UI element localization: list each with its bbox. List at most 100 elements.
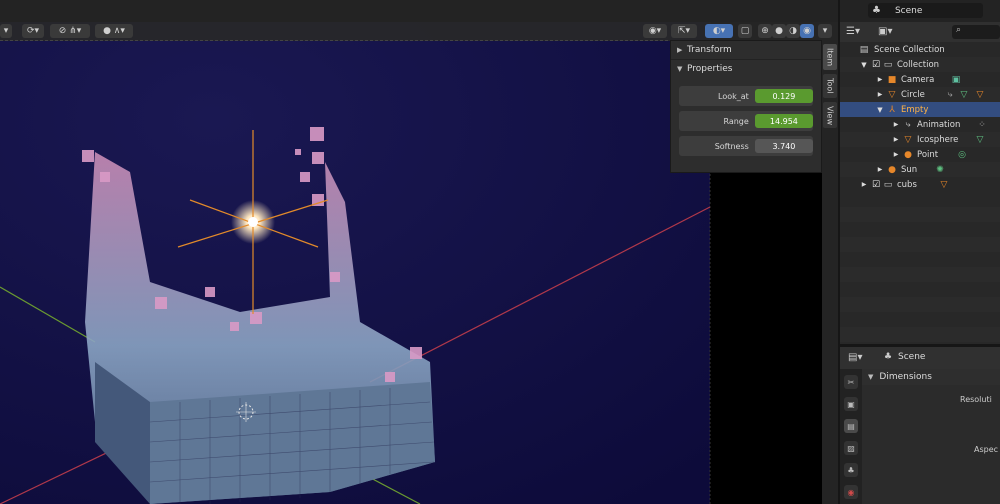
expand-arrow-icon[interactable]: ▶ bbox=[890, 149, 902, 161]
collection-icon: ▭ bbox=[883, 59, 893, 70]
row-label: Empty bbox=[901, 104, 929, 115]
transform-section-header[interactable]: ▶ Transform bbox=[671, 41, 821, 59]
light-icon: ● bbox=[888, 164, 896, 175]
resolution-label: Resoluti bbox=[960, 395, 992, 404]
scene-tab-icon[interactable]: ♣ bbox=[844, 463, 858, 477]
display-mode-icon[interactable]: ▣▾ bbox=[878, 26, 892, 37]
properties-header: ▤▾ ♣ Scene bbox=[840, 347, 1000, 369]
scene-selector[interactable]: ♣ Scene bbox=[868, 3, 983, 18]
shading-rendered-button[interactable]: ◉ bbox=[800, 24, 814, 38]
scene-name: Scene bbox=[894, 5, 923, 16]
world-tab-icon[interactable]: ◉ bbox=[844, 485, 858, 499]
transform-orientation-button[interactable]: ▾ bbox=[0, 24, 12, 38]
mesh-object-icon: ▽ bbox=[888, 89, 896, 100]
empty-object-icon: ⅄ bbox=[889, 104, 895, 115]
property-label: Softness bbox=[714, 141, 749, 151]
pivot-point-button[interactable]: ⟳▾ bbox=[22, 24, 44, 38]
editor-type-icon[interactable]: ▤▾ bbox=[848, 352, 862, 363]
outliner-search-input[interactable]: ⌕ bbox=[952, 25, 1000, 39]
outliner-empty-rows bbox=[840, 192, 1000, 344]
viewport-header: ▾ ⟳▾ ⊘ ⋔▾ ● ∧▾ ◉▾ ⇱▾ ◐▾ ▢ ⊕ ● ◑ ◉ ▾ bbox=[0, 22, 838, 41]
outliner-header: ☰▾ ▣▾ ⌕ bbox=[840, 22, 1000, 42]
proportional-edit-button[interactable]: ● ∧▾ bbox=[95, 24, 133, 38]
property-softness: Softness 3.740 bbox=[679, 136, 813, 156]
outliner-row-cubs[interactable]: ▶ ☑ ▭ cubs ▽ bbox=[840, 177, 1000, 192]
property-range: Range 14.954 bbox=[679, 111, 813, 131]
dimensions-section-label: Dimensions bbox=[879, 372, 932, 382]
overlays-button[interactable]: ◐▾ bbox=[705, 24, 733, 38]
aspect-label: Aspec bbox=[974, 445, 999, 454]
keyframe-icon: ⁘ bbox=[978, 119, 986, 130]
camera-data-icon: ▣ bbox=[951, 74, 961, 85]
expanded-arrow-icon: ▼ bbox=[868, 373, 874, 381]
tab-item[interactable]: Item bbox=[823, 44, 837, 70]
row-label: Icosphere bbox=[917, 134, 959, 145]
checkbox-icon[interactable]: ☑ bbox=[870, 59, 882, 71]
shading-solid-button[interactable]: ● bbox=[772, 24, 786, 38]
expand-arrow-icon[interactable]: ▶ bbox=[874, 164, 886, 176]
expand-arrow-icon[interactable]: ▶ bbox=[874, 74, 886, 86]
light-icon: ● bbox=[904, 149, 912, 160]
render-tab-icon[interactable]: ▣ bbox=[844, 397, 858, 411]
properties-tab-bar: ✂ ▣ ▤ ▨ ♣ ◉ bbox=[840, 369, 862, 504]
expand-arrow-icon[interactable]: ▶ bbox=[890, 119, 902, 131]
xray-toggle-button[interactable]: ▢ bbox=[738, 24, 752, 38]
sun-data-icon: ✺ bbox=[936, 164, 944, 175]
outliner-row-camera[interactable]: ▶ ■ Camera ▣ bbox=[840, 72, 1000, 87]
search-icon: ⌕ bbox=[956, 25, 962, 35]
material-icon: ▽ bbox=[976, 89, 984, 100]
scene-icon: ♣ bbox=[872, 5, 881, 16]
properties-section-header[interactable]: ▼ Properties bbox=[671, 59, 821, 78]
output-tab-icon[interactable]: ▤ bbox=[844, 419, 858, 433]
sidebar-panel: ▶ Transform ▼ Properties Look_at 0.129 R… bbox=[670, 40, 822, 173]
outliner-row-circle[interactable]: ▶ ▽ Circle ⤷ ▽ ▽ bbox=[840, 87, 1000, 102]
property-label: Look_at bbox=[718, 91, 749, 101]
shading-options-button[interactable]: ▾ bbox=[818, 24, 832, 38]
gizmo-button[interactable]: ⇱▾ bbox=[671, 24, 697, 38]
expand-arrow-icon[interactable]: ▶ bbox=[858, 179, 870, 191]
property-look-at: Look_at 0.129 bbox=[679, 86, 813, 106]
range-field[interactable]: 14.954 bbox=[754, 114, 813, 128]
scene-collection-icon: ▤ bbox=[859, 44, 869, 55]
shading-material-button[interactable]: ◑ bbox=[786, 24, 800, 38]
expand-arrow-icon[interactable]: ▼ bbox=[858, 59, 870, 71]
mesh-object-icon: ▽ bbox=[904, 134, 912, 145]
shading-wireframe-button[interactable]: ⊕ bbox=[758, 24, 772, 38]
row-label: Animation bbox=[917, 119, 961, 130]
animation-icon: ⤷ bbox=[905, 119, 911, 130]
scene-icon: ♣ bbox=[884, 352, 893, 362]
tab-view[interactable]: View bbox=[823, 102, 837, 128]
tab-tool[interactable]: Tool bbox=[823, 74, 837, 98]
light-data-icon: ◎ bbox=[958, 149, 966, 160]
snap-toggle-button[interactable]: ⊘ ⋔▾ bbox=[50, 24, 90, 38]
editor-type-icon[interactable]: ☰▾ bbox=[846, 26, 860, 37]
mesh-data-icon: ▽ bbox=[976, 134, 984, 145]
collection-icon: ▭ bbox=[883, 179, 893, 190]
row-label: Sun bbox=[901, 164, 918, 175]
expand-arrow-icon[interactable]: ▼ bbox=[874, 104, 886, 116]
transform-section-label: Transform bbox=[687, 45, 732, 55]
view-layer-tab-icon[interactable]: ▨ bbox=[844, 441, 858, 455]
visibility-button[interactable]: ◉▾ bbox=[643, 24, 667, 38]
row-label: cubs bbox=[897, 179, 917, 190]
collapsed-arrow-icon: ▶ bbox=[677, 46, 683, 54]
outliner-row-icosphere[interactable]: ▶ ▽ Icosphere ▽ bbox=[840, 132, 1000, 147]
outliner-row-point[interactable]: ▶ ● Point ◎ bbox=[840, 147, 1000, 162]
outliner-row-scene-collection[interactable]: ▤ Scene Collection bbox=[840, 42, 1000, 57]
row-label: Point bbox=[917, 149, 939, 160]
tool-tab-icon[interactable]: ✂ bbox=[844, 375, 858, 389]
dimensions-section-header[interactable]: ▼ Dimensions bbox=[862, 369, 1000, 385]
expand-arrow-icon[interactable]: ▶ bbox=[890, 134, 902, 146]
outliner-row-sun[interactable]: ▶ ● Sun ✺ bbox=[840, 162, 1000, 177]
look-at-field[interactable]: 0.129 bbox=[754, 89, 813, 103]
checkbox-icon[interactable]: ☑ bbox=[870, 179, 882, 191]
expand-arrow-icon[interactable]: ▶ bbox=[874, 89, 886, 101]
outliner-row-empty[interactable]: ▼ ⅄ Empty bbox=[840, 102, 1000, 117]
outliner-row-animation[interactable]: ▶ ⤷ Animation ⁘ bbox=[840, 117, 1000, 132]
camera-icon: ■ bbox=[887, 74, 897, 85]
outliner-row-collection[interactable]: ▼ ☑ ▭ Collection bbox=[840, 57, 1000, 72]
properties-section-label: Properties bbox=[687, 64, 733, 74]
property-label: Range bbox=[723, 116, 749, 126]
expanded-arrow-icon: ▼ bbox=[677, 65, 683, 73]
softness-field[interactable]: 3.740 bbox=[754, 139, 813, 153]
